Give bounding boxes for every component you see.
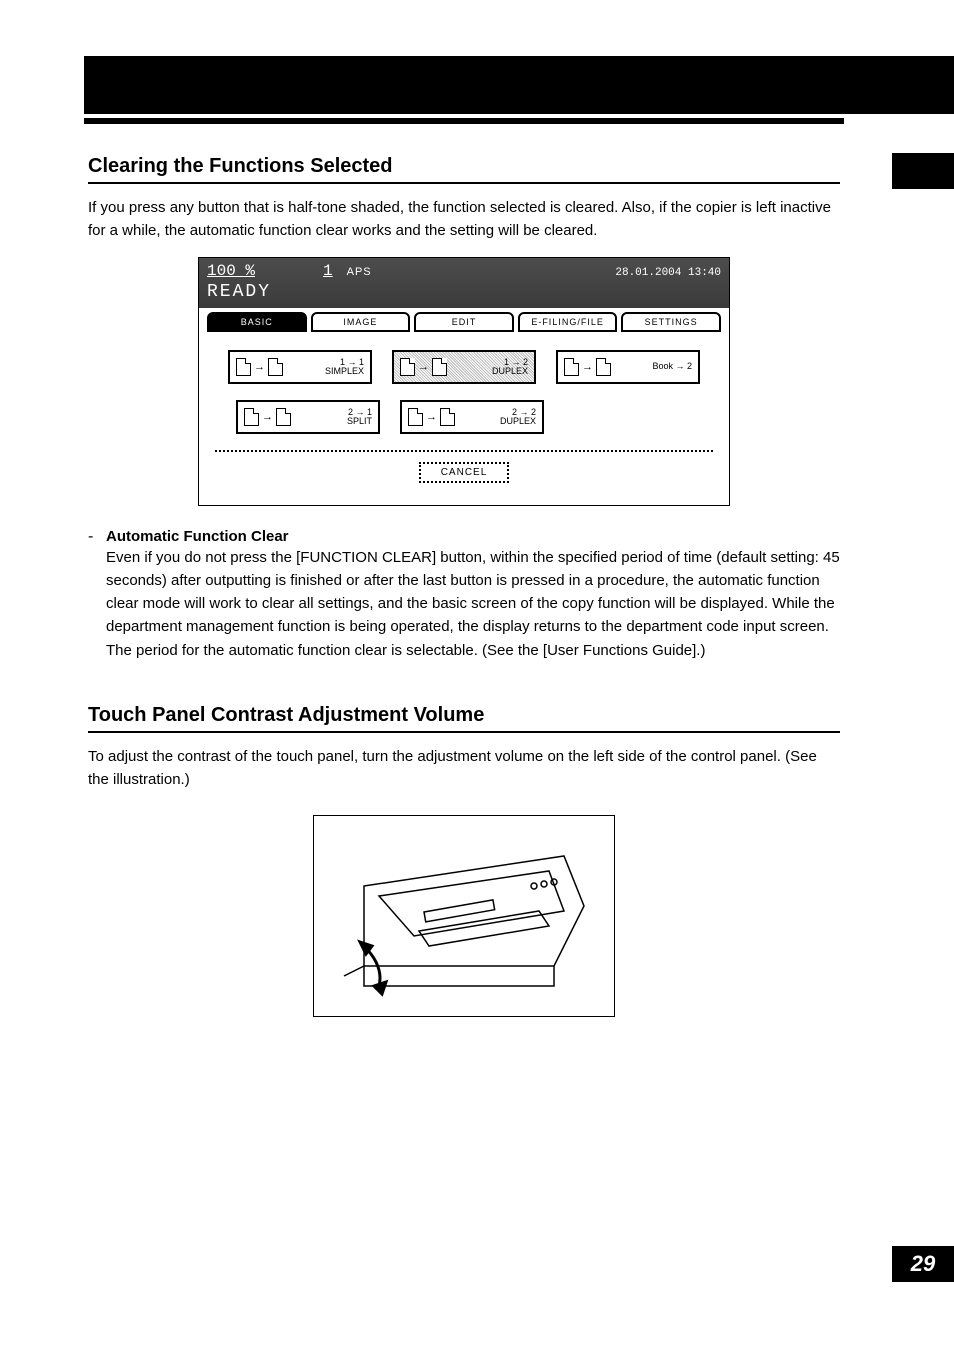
heading-rule-2 <box>88 731 840 733</box>
tab-image[interactable]: IMAGE <box>311 312 411 332</box>
heading-rule <box>88 182 840 184</box>
status-ready: READY <box>207 282 721 302</box>
sub-body-2: The period for the automatic function cl… <box>106 639 840 662</box>
tab-basic[interactable]: BASIC <box>207 312 307 332</box>
datetime: 28.01.2004 13:40 <box>615 267 721 279</box>
header-rule <box>84 118 844 124</box>
button-1to2-duplex-label: 1 → 2 DUPLEX <box>453 358 528 376</box>
zoom-percent: 100 % <box>207 262 255 280</box>
page-number-value: 29 <box>911 1251 935 1277</box>
button-book-to-2[interactable]: → Book → 2 <box>556 350 700 384</box>
button-2to2-duplex-label: 2 → 2 DUPLEX <box>461 408 536 426</box>
header-black-bar <box>84 56 954 114</box>
sub-heading: Automatic Function Clear <box>106 528 289 546</box>
cancel-button[interactable]: CANCEL <box>419 462 510 483</box>
bullet-dash: - <box>88 528 106 546</box>
button-simplex[interactable]: → 1 → 1 SIMPLEX <box>228 350 372 384</box>
section2-intro: To adjust the contrast of the touch pane… <box>88 745 840 792</box>
section-heading: Clearing the Functions Selected <box>88 155 840 178</box>
page-number: 29 <box>892 1246 954 1282</box>
button-split-label: 2 → 1 SPLIT <box>297 408 372 426</box>
section2-heading: Touch Panel Contrast Adjustment Volume <box>88 704 840 727</box>
control-panel-illustration <box>313 815 615 1017</box>
mode-label: APS <box>347 266 372 278</box>
copy-count: 1 <box>323 262 333 280</box>
sub-body-1: Even if you do not press the [FUNCTION C… <box>106 546 840 639</box>
tab-settings[interactable]: SETTINGS <box>621 312 721 332</box>
side-thumb-tab <box>892 153 954 189</box>
section-intro: If you press any button that is half-ton… <box>88 196 840 243</box>
copier-panel-icon <box>324 826 604 1006</box>
button-simplex-label: 1 → 1 SIMPLEX <box>289 358 364 376</box>
button-2to2-duplex[interactable]: → 2 → 2 DUPLEX <box>400 400 544 434</box>
button-split[interactable]: → 2 → 1 SPLIT <box>236 400 380 434</box>
tab-efiling-file[interactable]: E-FILING/FILE <box>518 312 618 332</box>
touch-panel-screenshot: 100 % 1 APS 28.01.2004 13:40 READY BASIC… <box>198 257 730 506</box>
tab-edit[interactable]: EDIT <box>414 312 514 332</box>
button-1to2-duplex[interactable]: → 1 → 2 DUPLEX <box>392 350 536 384</box>
button-book-to-2-label: Book → 2 <box>617 362 692 371</box>
